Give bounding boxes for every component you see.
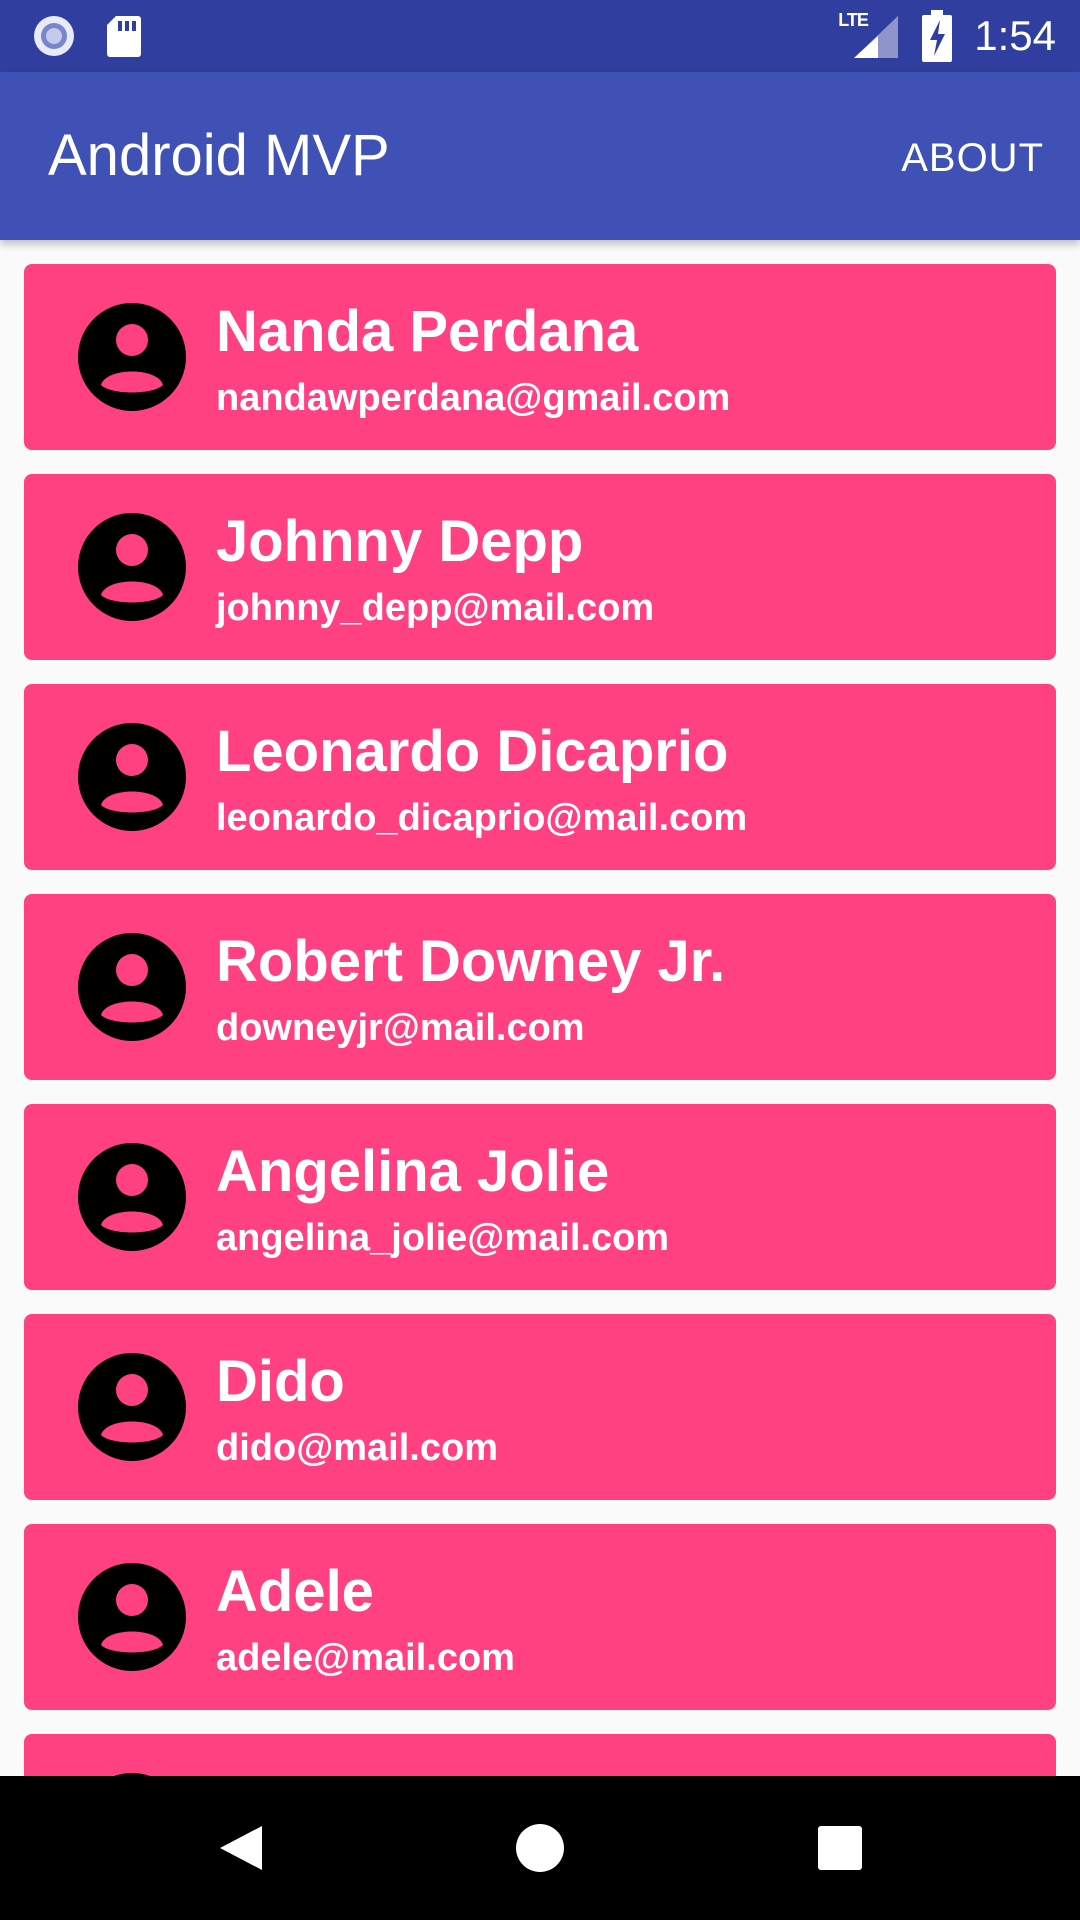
contact-card[interactable]: Leonardo Dicaprio leonardo_dicaprio@mail… bbox=[24, 684, 1056, 870]
contact-email: nandawperdana@gmail.com bbox=[216, 377, 731, 419]
account-circle-icon bbox=[78, 303, 186, 411]
status-right-icons: LTE 1:54 bbox=[838, 10, 1056, 62]
account-circle-icon bbox=[78, 933, 186, 1041]
contact-name: Angelina Jolie bbox=[216, 1139, 610, 1204]
notification-circle-icon bbox=[34, 16, 74, 56]
account-circle-icon bbox=[78, 1563, 186, 1671]
account-circle-icon bbox=[78, 1143, 186, 1251]
contact-email: dido@mail.com bbox=[216, 1427, 498, 1469]
contact-name: Dido bbox=[216, 1349, 345, 1414]
home-icon[interactable] bbox=[504, 1812, 576, 1884]
recents-icon[interactable] bbox=[804, 1812, 876, 1884]
contact-card[interactable] bbox=[24, 1734, 1056, 1776]
status-bar: LTE 1:54 bbox=[0, 0, 1080, 72]
contact-card[interactable]: Nanda Perdana nandawperdana@gmail.com bbox=[24, 264, 1056, 450]
contact-list[interactable]: Nanda Perdana nandawperdana@gmail.com Jo… bbox=[0, 240, 1080, 1776]
contact-card[interactable]: Robert Downey Jr. downeyjr@mail.com bbox=[24, 894, 1056, 1080]
contact-name: Adele bbox=[216, 1559, 374, 1624]
contact-name: Robert Downey Jr. bbox=[216, 929, 726, 994]
contact-email: adele@mail.com bbox=[216, 1637, 515, 1679]
about-button[interactable]: ABOUT bbox=[901, 134, 1044, 182]
app-title: Android MVP bbox=[48, 123, 390, 188]
lte-signal-icon: LTE bbox=[838, 10, 900, 62]
contact-name: Nanda Perdana bbox=[216, 299, 639, 364]
back-icon[interactable] bbox=[204, 1812, 276, 1884]
contact-card[interactable]: Angelina Jolie angelina_jolie@mail.com bbox=[24, 1104, 1056, 1290]
status-time: 1:54 bbox=[974, 12, 1056, 59]
status-left-icons bbox=[32, 14, 142, 58]
contact-email: johnny_depp@mail.com bbox=[216, 587, 655, 629]
navigation-bar bbox=[0, 1776, 1080, 1920]
contact-card[interactable]: Johnny Depp johnny_depp@mail.com bbox=[24, 474, 1056, 660]
account-circle-icon bbox=[78, 513, 186, 621]
contact-email: downeyjr@mail.com bbox=[216, 1007, 585, 1049]
contact-card[interactable]: Adele adele@mail.com bbox=[24, 1524, 1056, 1710]
sd-card-icon bbox=[107, 16, 141, 57]
contact-card[interactable]: Dido dido@mail.com bbox=[24, 1314, 1056, 1500]
account-circle-icon bbox=[78, 1353, 186, 1461]
contact-email: angelina_jolie@mail.com bbox=[216, 1217, 670, 1259]
battery-charging-icon bbox=[922, 10, 953, 62]
contact-name: Leonardo Dicaprio bbox=[216, 719, 729, 784]
app-bar: Android MVP ABOUT bbox=[0, 72, 1080, 240]
account-circle-icon bbox=[78, 723, 186, 831]
contact-name: Johnny Depp bbox=[216, 509, 584, 574]
contact-email: leonardo_dicaprio@mail.com bbox=[216, 797, 748, 839]
